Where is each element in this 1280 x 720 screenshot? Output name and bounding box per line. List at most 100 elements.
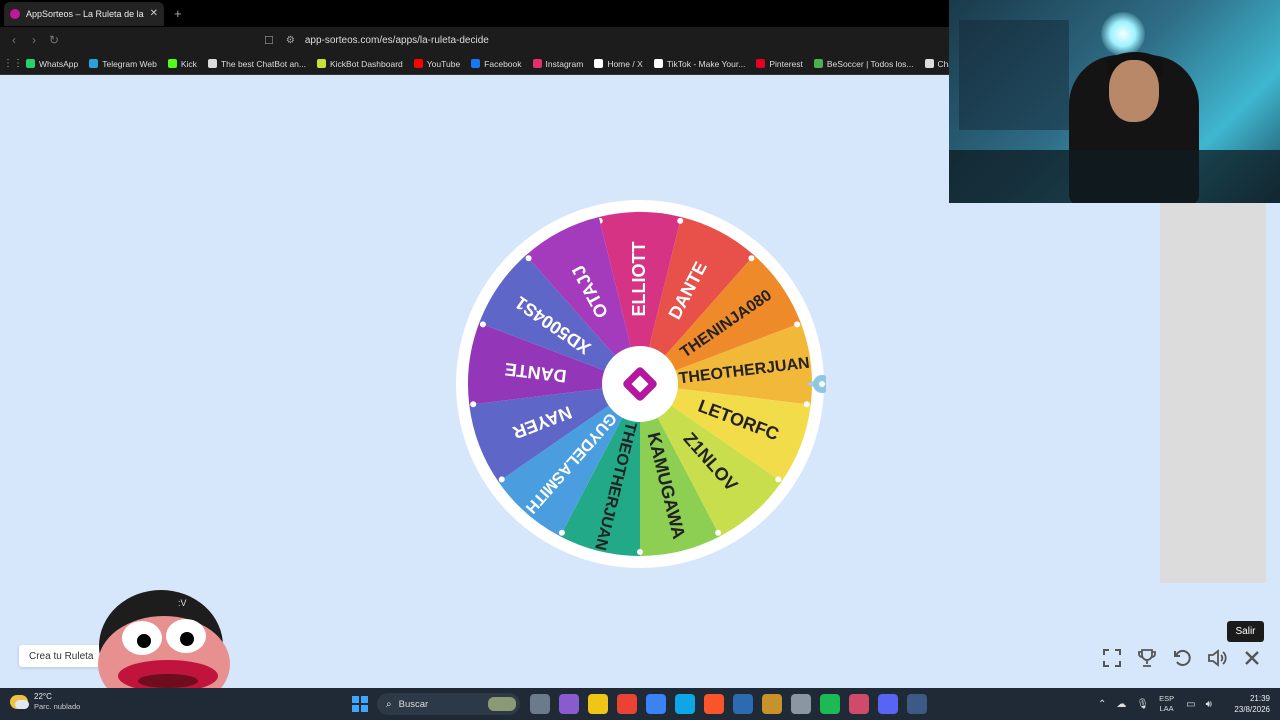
rim-dot bbox=[803, 401, 810, 408]
tray-chevron-icon[interactable]: ⌃ bbox=[1098, 699, 1106, 710]
fullscreen-icon[interactable] bbox=[1100, 646, 1124, 670]
side-panel bbox=[1160, 203, 1266, 583]
bookmark-item[interactable]: BeSoccer | Todos los... bbox=[813, 59, 914, 69]
exit-tooltip: Salir bbox=[1227, 621, 1264, 642]
lang-layout: LAA bbox=[1159, 704, 1174, 713]
rim-dot bbox=[525, 255, 532, 262]
network-icon[interactable]: ▭ bbox=[1186, 699, 1195, 710]
taskbar-app-icon[interactable] bbox=[791, 694, 811, 714]
bookmark-item[interactable]: TikTok - Make Your... bbox=[653, 58, 746, 69]
bookmark-item[interactable]: Pinterest bbox=[756, 59, 803, 69]
rim-dot bbox=[558, 529, 565, 536]
rim-dot bbox=[715, 529, 722, 536]
bookmark-favicon-icon bbox=[471, 59, 481, 68]
bookmark-item[interactable]: Kick bbox=[167, 59, 197, 69]
taskbar-search[interactable]: ⌕ Buscar bbox=[377, 693, 520, 715]
temperature: 22°C bbox=[34, 692, 52, 701]
bookmark-label: WhatsApp bbox=[39, 58, 79, 69]
webcam-overlay bbox=[949, 0, 1280, 203]
roulette-wheel[interactable]: ELLIOTT DANTE THENINJA080 THEOTHERJUAN LETOR… bbox=[454, 198, 826, 570]
rim-dot bbox=[775, 476, 782, 483]
bookmark-favicon-icon bbox=[756, 59, 766, 68]
rim-dot bbox=[479, 321, 486, 328]
apps-grid-icon[interactable]: ⋮⋮ bbox=[0, 58, 26, 69]
close-icon[interactable] bbox=[1240, 646, 1264, 670]
microphone-icon[interactable]: 🎙︎ bbox=[1136, 699, 1149, 710]
bookmark-favicon-icon bbox=[317, 59, 326, 68]
reload-button[interactable]: ↻ bbox=[44, 33, 64, 47]
taskbar-app-icon[interactable] bbox=[733, 694, 753, 714]
rim-dot bbox=[637, 549, 643, 555]
webcam-shelf bbox=[959, 20, 1069, 130]
bookmark-favicon-icon bbox=[413, 59, 423, 68]
weather-condition: Parc. nublado bbox=[34, 702, 81, 711]
wheel-segment-label: ELLIOTT bbox=[629, 242, 649, 317]
onedrive-icon[interactable]: ☁ bbox=[1116, 699, 1126, 710]
clock-time: 21:39 bbox=[1249, 694, 1270, 703]
search-placeholder: Buscar bbox=[398, 698, 429, 710]
taskbar-app-icon[interactable] bbox=[559, 694, 579, 714]
bookmark-favicon-icon bbox=[813, 59, 823, 68]
rim-dot bbox=[498, 476, 505, 483]
webcam-desk bbox=[949, 150, 1280, 203]
taskbar-app-icon[interactable] bbox=[820, 694, 840, 714]
bookmark-label: Instagram bbox=[545, 58, 584, 69]
windows-start-icon[interactable] bbox=[352, 696, 368, 712]
bookmark-label: Pinterest bbox=[769, 58, 803, 69]
url-text: app-sorteos.com/es/apps/la-ruleta-decide bbox=[304, 34, 489, 46]
taskbar-app-icon[interactable] bbox=[646, 694, 666, 714]
language-indicator[interactable]: ESP LAA bbox=[1159, 694, 1174, 714]
search-highlight-image bbox=[488, 697, 516, 711]
site-settings-icon[interactable]: ⚙ bbox=[286, 35, 295, 46]
sound-icon[interactable] bbox=[1205, 646, 1229, 670]
taskbar-app-icon[interactable] bbox=[588, 694, 608, 714]
bookmark-item[interactable]: Instagram bbox=[532, 58, 584, 69]
bookmark-item[interactable]: The best ChatBot an... bbox=[207, 59, 306, 69]
bookmark-label: Facebook bbox=[484, 58, 522, 69]
bookmark-item[interactable]: Home / X bbox=[594, 59, 643, 69]
windows-taskbar: 22°C Parc. nublado ⌕ Buscar ⌃ ☁ 🎙︎ ESP L… bbox=[0, 688, 1280, 720]
taskbar-app-icon[interactable] bbox=[675, 694, 695, 714]
bookmark-item[interactable]: Facebook bbox=[471, 58, 522, 69]
bookmark-item[interactable]: Telegram Web bbox=[89, 59, 157, 69]
taskbar-app-icon[interactable] bbox=[617, 694, 637, 714]
taskbar-apps bbox=[530, 694, 927, 714]
taskbar-app-icon[interactable] bbox=[530, 694, 550, 714]
search-icon: ⌕ bbox=[386, 698, 392, 710]
bookmark-item[interactable]: WhatsApp bbox=[26, 59, 78, 69]
bookmark-favicon-icon bbox=[89, 59, 99, 68]
site-favicon-icon bbox=[10, 8, 20, 19]
weather-widget[interactable]: 22°C Parc. nublado bbox=[10, 692, 80, 712]
weather-cloud-icon bbox=[10, 695, 29, 709]
taskbar-app-icon[interactable] bbox=[762, 694, 782, 714]
bookmark-item[interactable]: YouTube bbox=[413, 59, 460, 69]
bookmark-favicon-icon bbox=[26, 59, 35, 68]
forward-button[interactable]: › bbox=[24, 33, 44, 47]
back-button[interactable]: ‹ bbox=[4, 33, 24, 47]
url-field[interactable]: ⚙ app-sorteos.com/es/apps/la-ruleta-deci… bbox=[286, 35, 489, 46]
new-tab-button[interactable]: + bbox=[174, 6, 182, 21]
rim-dot bbox=[677, 217, 684, 224]
bookmark-label: KickBot Dashboard bbox=[330, 58, 403, 69]
taskbar-app-icon[interactable] bbox=[849, 694, 869, 714]
taskbar-clock[interactable]: 21:39 23/8/2026 bbox=[1228, 693, 1270, 715]
pointer-dot bbox=[819, 381, 825, 387]
system-tray: ⌃ ☁ 🎙︎ ESP LAA ▭ 🔊︎ bbox=[1098, 688, 1222, 720]
rim-dot bbox=[794, 321, 801, 328]
taskbar-app-icon[interactable] bbox=[878, 694, 898, 714]
trophy-icon[interactable] bbox=[1135, 646, 1159, 670]
rim-dot bbox=[470, 401, 477, 408]
bookmark-item[interactable]: KickBot Dashboard bbox=[317, 59, 403, 69]
volume-icon[interactable]: 🔊︎ bbox=[1206, 699, 1212, 710]
bookmark-favicon-icon bbox=[167, 59, 177, 68]
taskbar-app-icon[interactable] bbox=[704, 694, 724, 714]
browser-tab[interactable]: AppSorteos – La Ruleta de la Su... ✕ bbox=[4, 1, 164, 26]
reset-icon[interactable] bbox=[1170, 646, 1194, 670]
bookmark-icon[interactable]: ☐ bbox=[264, 34, 274, 47]
tab-close-icon[interactable]: ✕ bbox=[150, 8, 158, 19]
bookmark-label: TikTok - Make Your... bbox=[666, 58, 746, 69]
wheel-controls bbox=[1100, 646, 1264, 670]
bookmark-favicon-icon bbox=[924, 59, 934, 68]
taskbar-app-icon[interactable] bbox=[907, 694, 927, 714]
clock-date: 23/8/2026 bbox=[1234, 705, 1270, 714]
